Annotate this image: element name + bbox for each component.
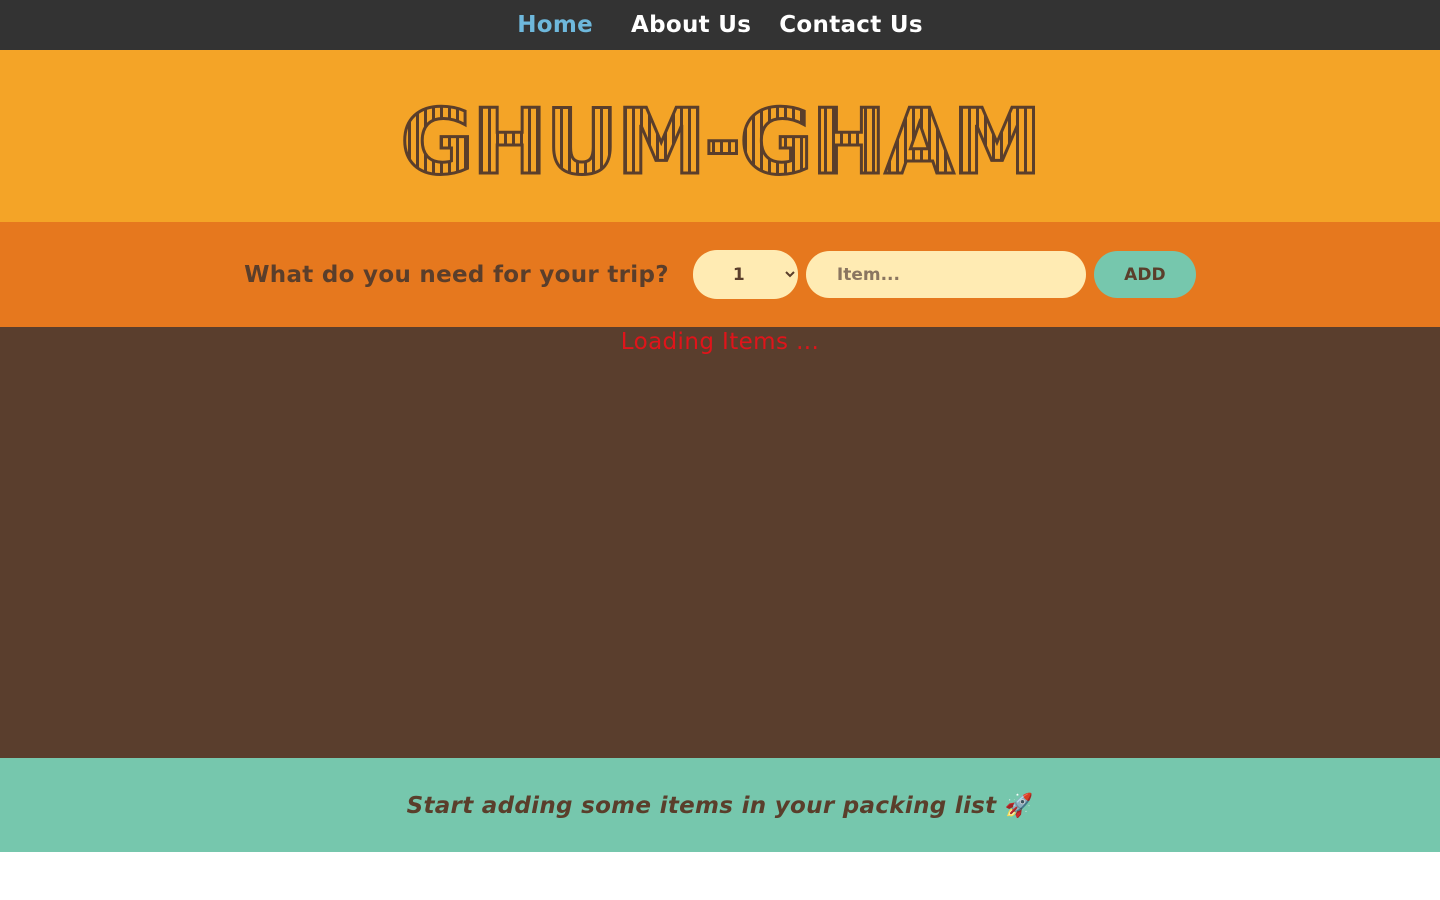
nav-link-about-us[interactable]: About Us xyxy=(631,12,751,38)
logo-text: GHUM-GHAM xyxy=(400,90,1040,191)
top-nav: Home About Us Contact Us xyxy=(0,0,1440,50)
form-question: What do you need for your trip? xyxy=(244,261,669,288)
logo: GHUM-GHAM xyxy=(400,89,1040,192)
nav-link-home[interactable]: Home xyxy=(517,12,593,38)
item-input[interactable] xyxy=(805,251,1086,298)
add-item-form: What do you need for your trip? 1 ADD xyxy=(0,222,1440,327)
packing-list: Loading Items ... xyxy=(0,327,1440,758)
stats-text: Start adding some items in your packing … xyxy=(406,792,997,819)
nav-link-contact-us[interactable]: Contact Us xyxy=(779,12,923,38)
rocket-icon: 🚀 xyxy=(1004,792,1034,819)
stats-message: Start adding some items in your packing … xyxy=(407,792,1034,819)
app-header: GHUM-GHAM xyxy=(0,50,1440,222)
loading-message: Loading Items ... xyxy=(620,329,820,355)
add-button[interactable]: ADD xyxy=(1093,251,1196,298)
quantity-select[interactable]: 1 xyxy=(692,250,798,299)
stats-footer: Start adding some items in your packing … xyxy=(0,758,1440,852)
